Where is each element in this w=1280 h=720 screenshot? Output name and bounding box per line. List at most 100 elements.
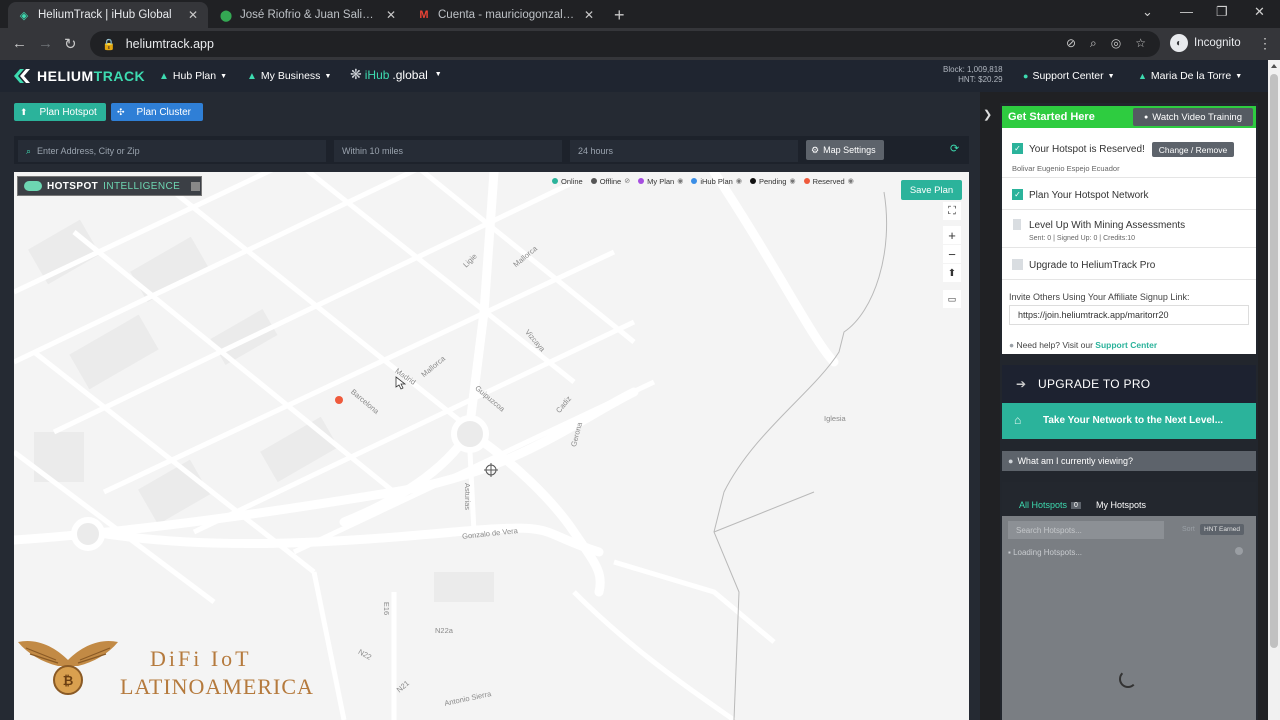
legend-reserved[interactable]: Reserved ◉ [803,177,854,186]
save-plan-button[interactable]: Save Plan [901,180,962,200]
maximize-icon[interactable]: ❐ [1216,4,1228,20]
hnt-earned-sort[interactable]: HNT Earned [1200,524,1245,535]
address-bar[interactable]: 🔒 heliumtrack.app ⊘ ⌕ ◎ ☆ [90,31,1160,57]
ihub-global-menu[interactable]: ❋ iHub .global ▼ [350,66,442,83]
legend-my-plan[interactable]: My Plan ◉ [638,177,683,186]
refresh-icon[interactable]: ⟳ [950,142,959,155]
browser-tab-maps[interactable]: ⬤ José Riofrio & Juan Salinas - Goo ✕ [210,2,406,28]
legend-pending[interactable]: Pending ◉ [749,177,796,186]
hub-plan-menu[interactable]: ▲ Hub Plan ▼ [159,70,227,82]
heliumtrack-logo-icon [14,69,30,83]
tab-search-icon[interactable]: ⌄ [1142,4,1153,20]
hotspot-map[interactable]: Ligie Mallorca Vizcaya Madrid Mallorca G… [14,172,969,720]
trail-lines [713,191,888,720]
cluster-icon: ✣ [117,106,125,117]
reload-icon[interactable]: ↻ [64,35,77,53]
forward-icon[interactable]: → [38,35,53,52]
ruler-icon[interactable]: ▭ [943,290,961,308]
new-tab-icon[interactable]: + [614,5,625,26]
plan-cluster-label: Plan Cluster [136,106,192,118]
my-hotspots-label: My Hotspots [1096,500,1147,510]
page-scrollbar[interactable] [1268,60,1280,720]
checklist-plan-network[interactable]: ✓ Plan Your Hotspot Network [1002,178,1256,210]
level-up-stats: Sent: 0 | Signed Up: 0 | Credits:10 [1029,235,1135,242]
svg-text:₿: ₿ [63,673,74,688]
support-center-link[interactable]: Support Center [1095,340,1157,350]
hotspot-intelligence-badge[interactable]: HOTSPOT INTELLIGENCE [17,176,202,196]
my-plan-dot [638,178,645,184]
map-search-bar: ⌕ Enter Address, City or Zip Within 10 m… [14,136,969,164]
legend-online[interactable]: Online [552,177,583,186]
watch-video-button[interactable]: ● Watch Video Training [1133,108,1253,126]
window-close-icon[interactable]: ✕ [1254,4,1265,20]
map-settings-label: Map Settings [823,145,876,155]
map-settings-button[interactable]: ⚙ Map Settings [806,140,884,160]
checkbox-checked[interactable]: ✓ [1012,143,1023,154]
compass-icon[interactable]: ⬆ [943,264,961,282]
collapse-panel-icon[interactable]: ❯ [983,108,992,121]
block-height: Block: 1,009,818 [943,65,1003,74]
invite-label: Invite Others Using Your Affiliate Signu… [1009,292,1190,302]
reserved-location: Bolivar Eugenio Espejo Ecuador [1012,164,1120,173]
support-center-menu[interactable]: ● Support Center ▼ [1023,70,1115,82]
blocked-content-icon[interactable]: ⊘ [1066,36,1076,51]
close-icon[interactable]: ✕ [386,8,396,22]
next-level-text: Take Your Network to the Next Level... [1043,415,1224,426]
minimize-icon[interactable]: — [1180,4,1193,19]
tab-all-hotspots[interactable]: All Hotspots 0 [1019,500,1081,510]
viewing-label: What am I currently viewing? [1017,456,1133,466]
browser-tab-gmail[interactable]: M Cuenta - mauriciogonzalez2812@ ✕ [408,2,604,28]
browser-toolbar: ← → ↻ 🔒 heliumtrack.app ⊘ ⌕ ◎ ☆ ◐ Incogn… [0,28,1280,60]
close-icon[interactable]: ✕ [188,8,198,22]
tab-title: José Riofrio & Juan Salinas - Goo [240,9,378,21]
incognito-indicator[interactable]: ◐ Incognito [1170,34,1241,52]
heliumtrack-logo[interactable]: HELIUMTRACK [12,67,145,85]
sort-label[interactable]: Sort [1182,526,1195,533]
checklist-level-up[interactable]: Level Up With Mining Assessments Sent: 0… [1002,210,1256,248]
what-am-i-viewing-button[interactable]: ● What am I currently viewing? [1002,451,1256,471]
badge-title-a: HOTSPOT [47,180,99,192]
eye-off-icon[interactable]: ◎ [1111,36,1121,51]
plan-hotspot-button[interactable]: ⬆ Plan Hotspot [14,103,106,121]
loading-spinner [1119,670,1137,688]
upgrade-pro-banner[interactable]: ➔ UPGRADE TO PRO [1002,365,1256,403]
scrollbar-thumb[interactable] [1270,74,1278,648]
my-business-menu[interactable]: ▲ My Business ▼ [247,70,331,82]
reserved-dot [803,178,810,184]
browser-menu-icon[interactable]: ⋮ [1258,35,1272,52]
checkbox-unchecked[interactable] [1012,259,1023,270]
zoom-icon[interactable]: ⌕ [1090,36,1097,51]
legend-ihub-plan[interactable]: iHub Plan ◉ [691,177,742,186]
hotspot-icon: ▪ [1008,548,1011,557]
plan-cluster-button[interactable]: ✣ Plan Cluster [111,103,203,121]
fullscreen-icon[interactable]: ⛶ [943,202,961,220]
address-search-input[interactable]: ⌕ Enter Address, City or Zip [18,140,326,162]
next-level-banner[interactable]: ⌂ Take Your Network to the Next Level... [1002,403,1256,439]
radius-select[interactable]: Within 10 miles [334,140,562,162]
timeframe-select[interactable]: 24 hours [570,140,798,162]
change-remove-button[interactable]: Change / Remove [1152,142,1234,157]
close-icon[interactable]: ✕ [584,8,594,22]
hotspots-card: All Hotspots 0 My Hotspots Search Hotspo… [1002,482,1256,720]
caret-down-icon: ▼ [220,72,228,80]
minimize-badge-icon[interactable] [191,181,201,191]
back-icon[interactable]: ← [12,35,27,52]
checkbox-checked[interactable]: ✓ [1012,189,1023,200]
caret-down-icon: ▼ [1107,72,1115,80]
affiliate-link-field[interactable]: https://join.heliumtrack.app/maritorr20 [1009,305,1249,325]
tab-my-hotspots[interactable]: My Hotspots [1096,500,1146,510]
scroll-up-icon[interactable] [1271,64,1277,68]
legend-offline[interactable]: Offline ⊘ [590,177,630,186]
zoom-in-button[interactable]: + [943,226,961,244]
browser-tab-heliumtrack[interactable]: ◈ HeliumTrack | iHub Global ✕ [8,2,208,28]
zoom-out-button[interactable]: − [943,245,961,263]
main-content: ⬆ Plan Hotspot ✣ Plan Cluster ⌕ Enter Ad… [0,92,980,720]
checklist-upgrade[interactable]: Upgrade to HeliumTrack Pro [1002,248,1256,280]
bookmark-star-icon[interactable]: ☆ [1135,36,1146,51]
reserved-hotspot-marker[interactable] [335,396,343,404]
profile-label: Incognito [1194,37,1241,49]
user-menu[interactable]: ▲ Maria De la Torre ▼ [1138,70,1242,82]
hotspot-search-input[interactable]: Search Hotspots... [1008,521,1164,539]
caret-down-icon: ▼ [324,72,332,80]
get-started-header: Get Started Here ● Watch Video Training [1002,106,1256,128]
